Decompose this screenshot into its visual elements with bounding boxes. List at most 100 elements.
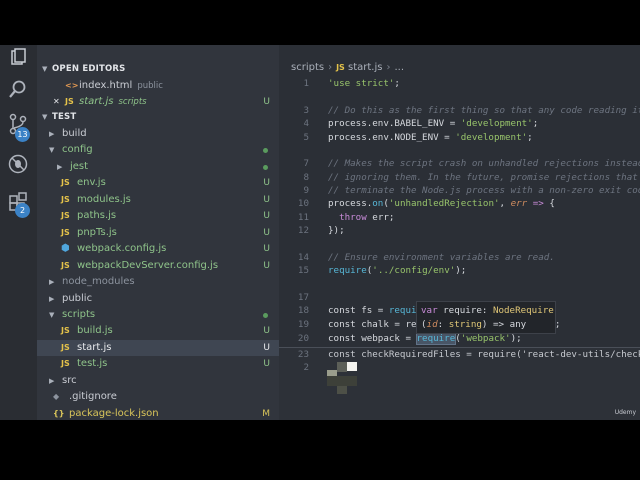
tree-file[interactable]: JS paths.js U bbox=[37, 208, 279, 224]
tree-item-label: node_modules bbox=[62, 276, 135, 288]
open-editor-name: start.js bbox=[79, 96, 114, 107]
tree-folder[interactable]: ▶ node_modules bbox=[37, 274, 279, 290]
code-editor[interactable]: scripts › JS start.js ›... 1'use strict'; 3… bbox=[279, 45, 640, 420]
search-icon[interactable] bbox=[7, 78, 29, 100]
tree-folder[interactable]: ▼ config bbox=[37, 142, 279, 158]
tree-file[interactable]: JS start.js U bbox=[37, 339, 279, 357]
tree-item-label: test.js bbox=[77, 358, 108, 370]
chevron-right-icon: ▶ bbox=[49, 376, 55, 385]
peek-view: 23 const checkRequiredFiles = require('re… bbox=[279, 348, 640, 420]
js-icon: JS bbox=[61, 194, 70, 204]
tree-item-label: paths.js bbox=[77, 210, 117, 222]
tree-file[interactable]: JS modules.js U bbox=[37, 192, 279, 208]
modified-dot-icon bbox=[263, 312, 268, 318]
tree-item-label: jest bbox=[70, 160, 89, 172]
open-editor-name: index.html bbox=[79, 80, 133, 91]
open-editors-header[interactable]: ▼ OPEN EDITORS bbox=[37, 61, 279, 78]
chevron-right-icon: › bbox=[328, 62, 333, 73]
modified-dot-icon bbox=[263, 148, 268, 154]
js-icon: JS bbox=[61, 211, 70, 221]
open-editor-path: scripts bbox=[118, 97, 147, 107]
tree-item-label: public bbox=[62, 292, 93, 304]
tree-item-label: src bbox=[62, 374, 77, 386]
tree-folder[interactable]: ▶ jest bbox=[37, 159, 279, 175]
breadcrumb: scripts › JS start.js ›... bbox=[279, 60, 640, 75]
tree-file[interactable]: ⬢ webpack.config.js U bbox=[37, 241, 279, 257]
tree-item-label: env.js bbox=[77, 177, 106, 189]
webpack-icon: ⬢ bbox=[61, 243, 70, 255]
git-status: U bbox=[263, 260, 270, 271]
tree-item-label: scripts bbox=[62, 308, 96, 320]
chevron-down-icon: ▼ bbox=[42, 65, 48, 73]
peek-code: const checkRequiredFiles = require('reac… bbox=[328, 349, 640, 360]
tree-item-label: build.js bbox=[77, 325, 113, 337]
git-status: U bbox=[263, 227, 270, 238]
js-icon: JS bbox=[336, 63, 345, 72]
chevron-right-icon: ▶ bbox=[49, 130, 55, 138]
vscode-window: 13 2 ▼ OPEN EDITORS <> index.html public ✕ JS… bbox=[0, 45, 640, 420]
tree-item-label: modules.js bbox=[77, 193, 131, 205]
js-icon: JS bbox=[61, 260, 70, 270]
tree-item-label: webpackDevServer.config.js bbox=[77, 259, 219, 271]
open-editor-item[interactable]: ✕ JS start.js scripts U bbox=[37, 94, 279, 110]
close-icon[interactable]: ✕ bbox=[53, 94, 60, 110]
chevron-down-icon: ▼ bbox=[42, 113, 48, 121]
git-status: U bbox=[263, 178, 270, 189]
extensions-badge: 2 bbox=[15, 203, 30, 218]
js-icon: JS bbox=[61, 326, 70, 336]
open-editor-item[interactable]: <> index.html public bbox=[37, 78, 279, 94]
git-status: U bbox=[263, 359, 270, 370]
tree-item-label: package-lock.json bbox=[69, 407, 159, 419]
tree-folder[interactable]: ▶ src bbox=[37, 373, 279, 389]
git-status: U bbox=[263, 194, 270, 205]
scm-badge: 13 bbox=[15, 127, 30, 142]
tree-item-label: start.js bbox=[77, 341, 112, 353]
js-icon: JS bbox=[61, 359, 70, 369]
html-icon: <> bbox=[65, 81, 79, 90]
git-status: U bbox=[263, 97, 270, 107]
tree-folder[interactable]: ▶ build bbox=[37, 126, 279, 142]
open-editor-path: public bbox=[137, 81, 163, 91]
debug-icon[interactable] bbox=[7, 153, 29, 175]
chevron-right-icon: ▶ bbox=[49, 278, 55, 287]
explorer-sidebar: ▼ OPEN EDITORS <> index.html public ✕ JS start… bbox=[37, 45, 279, 420]
tree-item-label: .gitignore bbox=[69, 391, 117, 403]
breadcrumb-file[interactable]: start.js bbox=[348, 62, 382, 73]
json-icon: {} bbox=[53, 408, 65, 418]
tree-file[interactable]: JS env.js U bbox=[37, 175, 279, 191]
git-status: U bbox=[263, 244, 270, 255]
tree-file[interactable]: {} package-lock.json M bbox=[37, 406, 279, 420]
hover-tooltip: var require: NodeRequire (id: string) =>… bbox=[416, 301, 556, 334]
tree-folder[interactable]: ▶ public bbox=[37, 291, 279, 307]
tree-folder[interactable]: ▼ scripts bbox=[37, 307, 279, 323]
js-icon: JS bbox=[61, 227, 70, 237]
tree-file[interactable]: ◆ .gitignore bbox=[37, 389, 279, 405]
chevron-right-icon: › bbox=[386, 62, 391, 73]
activity-bar: 13 2 bbox=[0, 45, 37, 420]
js-icon: JS bbox=[61, 178, 70, 188]
git-status: U bbox=[263, 326, 270, 337]
git-status: M bbox=[262, 408, 270, 419]
project-header[interactable]: ▼ TEST bbox=[37, 109, 279, 126]
chevron-right-icon: ▶ bbox=[49, 294, 55, 303]
breadcrumb-folder[interactable]: scripts bbox=[291, 62, 324, 73]
breadcrumb-rest[interactable]: ... bbox=[394, 62, 404, 73]
watermark-label: Udemy bbox=[614, 409, 636, 416]
tree-file[interactable]: JS test.js U bbox=[37, 356, 279, 372]
js-icon: JS bbox=[65, 97, 74, 106]
chevron-down-icon: ▼ bbox=[49, 310, 55, 319]
js-icon: JS bbox=[61, 342, 70, 352]
modified-dot-icon bbox=[263, 164, 268, 170]
git-icon: ◆ bbox=[53, 392, 60, 402]
git-status: U bbox=[263, 211, 270, 222]
tree-item-label: webpack.config.js bbox=[77, 243, 167, 255]
explorer-icon[interactable] bbox=[7, 47, 29, 69]
tree-file[interactable]: JS webpackDevServer.config.js U bbox=[37, 258, 279, 274]
tree-item-label: config bbox=[62, 144, 93, 156]
git-status: U bbox=[263, 342, 270, 353]
tree-item-label: build bbox=[62, 128, 87, 139]
tree-item-label: pnpTs.js bbox=[77, 226, 117, 238]
chevron-right-icon: ▶ bbox=[57, 162, 63, 171]
tree-file[interactable]: JS build.js U bbox=[37, 323, 279, 339]
tree-file[interactable]: JS pnpTs.js U bbox=[37, 225, 279, 241]
